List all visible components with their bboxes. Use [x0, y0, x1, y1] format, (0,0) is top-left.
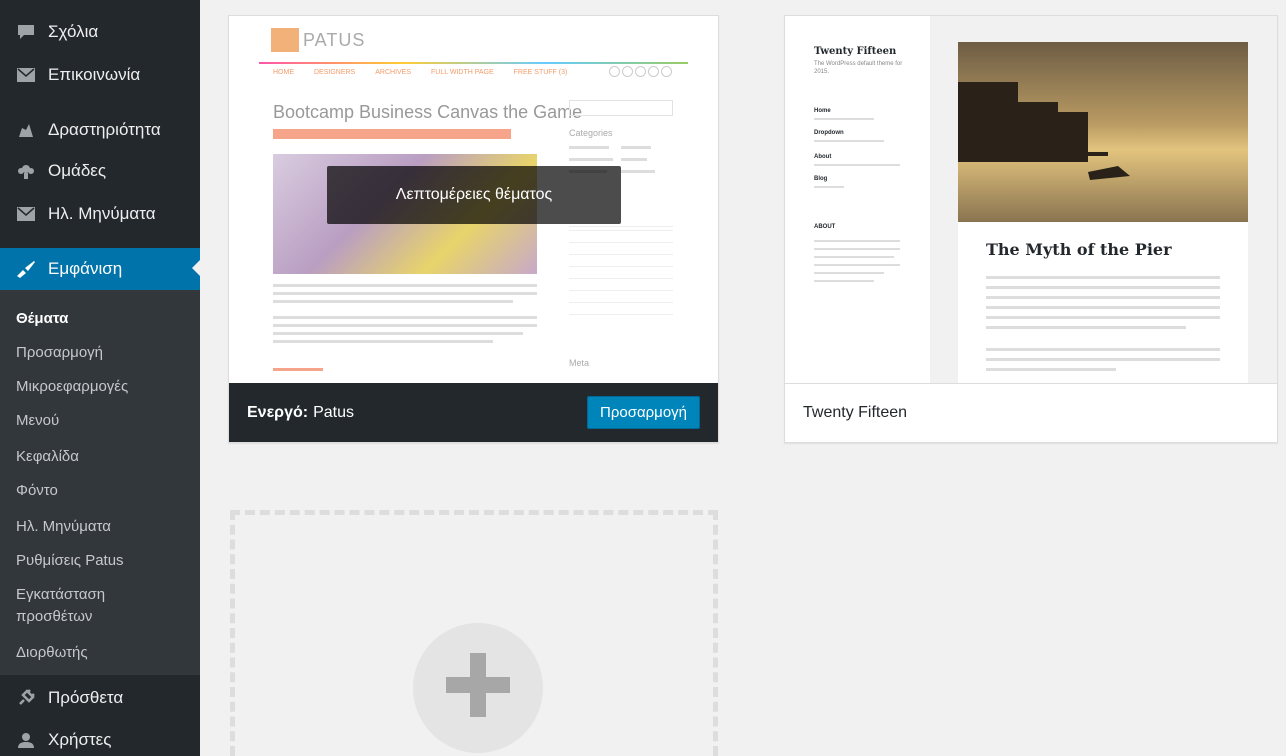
- submenu-patus-settings[interactable]: Ρυθμίσεις Patus: [16, 550, 124, 571]
- tf-post-title: The Myth of the Pier: [986, 240, 1172, 259]
- menu-item-comments[interactable]: Σχόλια: [0, 12, 200, 52]
- menu-label: Χρήστες: [48, 730, 112, 749]
- tf-sidebar: Twenty Fifteen The WordPress default the…: [785, 16, 930, 384]
- mail-icon: [16, 204, 36, 224]
- patus-logo-mark: [271, 28, 299, 52]
- pier-silhouette: [958, 82, 1130, 180]
- admin-sidebar: Σχόλια Επικοινωνία Δραστηριότητα Ομάδες …: [0, 0, 200, 756]
- customize-button[interactable]: Προσαρμογή: [587, 396, 700, 429]
- plus-icon-bar: [446, 677, 510, 693]
- menu-label: Δραστηριότητα: [48, 120, 161, 139]
- mail-icon: [16, 65, 36, 85]
- submenu-editor[interactable]: Διορθωτής: [16, 642, 88, 663]
- menu-label: Πρόσθετα: [48, 688, 124, 707]
- menu-item-contact[interactable]: Επικοινωνία: [0, 55, 200, 95]
- patus-logo: PATUS: [303, 30, 366, 50]
- theme-name: Twenty Fifteen: [803, 404, 908, 421]
- add-theme-circle[interactable]: [413, 623, 543, 753]
- theme-screenshot[interactable]: Twenty Fifteen The WordPress default the…: [785, 16, 1277, 384]
- theme-name: Patus: [313, 403, 354, 421]
- brush-icon: [16, 259, 36, 279]
- users-icon: [16, 730, 36, 750]
- activity-icon: [16, 120, 36, 140]
- theme-name-bar: Ενεργό: Patus Προσαρμογή: [229, 383, 718, 442]
- menu-label: Ηλ. Μηνύματα: [48, 204, 156, 223]
- menu-label: Σχόλια: [48, 22, 99, 41]
- submenu-install-plugins-line2[interactable]: προσθέτων: [16, 606, 92, 627]
- tf-menu-item: Blog: [814, 176, 828, 182]
- menu-label: Επικοινωνία: [48, 65, 141, 84]
- preview-nav: HOME DESIGNERS ARCHIVES FULL WIDTH PAGE FREE…: [273, 69, 568, 76]
- appearance-submenu: Θέματα Προσαρμογή Μικροεφαρμογές Μενού Κ…: [0, 290, 200, 675]
- theme-card-patus[interactable]: PATUS HOME DESIGNERS ARCHIVES FULL WIDTH PA…: [228, 15, 719, 443]
- menu-item-appearance[interactable]: Εμφάνιση: [0, 248, 200, 290]
- submenu-background[interactable]: Φόντο: [16, 480, 58, 501]
- menu-item-plugins[interactable]: Πρόσθετα: [0, 678, 200, 718]
- preview-post-title: Bootcamp Business Canvas the Game: [273, 102, 583, 122]
- tf-site-title: Twenty Fifteen: [814, 46, 897, 57]
- preview-search: [569, 100, 673, 116]
- add-new-theme-card[interactable]: [230, 510, 718, 756]
- submenu-emails[interactable]: Ηλ. Μηνύματα: [16, 516, 111, 537]
- theme-details-overlay[interactable]: Λεπτομέρειες θέματος: [327, 166, 621, 224]
- submenu-install-plugins[interactable]: Εγκατάσταση: [16, 584, 105, 605]
- color-strip: [259, 62, 688, 64]
- tf-post: The Myth of the Pier: [958, 42, 1248, 384]
- menu-label: Εμφάνιση: [48, 259, 123, 278]
- tf-menu-item: Home: [814, 108, 831, 114]
- menu-item-activity[interactable]: Δραστηριότητα: [0, 110, 200, 150]
- submenu-themes[interactable]: Θέματα: [16, 308, 68, 329]
- tf-tagline: The WordPress default theme for 2015.: [814, 61, 903, 75]
- submenu-header[interactable]: Κεφαλίδα: [16, 446, 79, 467]
- menu-label: Ομάδες: [48, 161, 107, 180]
- tf-post-image: [958, 42, 1248, 222]
- theme-name-bar: Twenty Fifteen: [785, 383, 1277, 442]
- submenu-customize[interactable]: Προσαρμογή: [16, 342, 103, 363]
- tf-menu-item: Dropdown: [814, 130, 844, 136]
- preview-calendar: [569, 226, 673, 326]
- active-prefix: Ενεργό:: [247, 403, 309, 421]
- comment-icon: [16, 22, 36, 42]
- theme-screenshot[interactable]: PATUS HOME DESIGNERS ARCHIVES FULL WIDTH PA…: [229, 16, 718, 384]
- plugins-icon: [16, 688, 36, 708]
- preview-meta-title: Meta: [569, 358, 590, 368]
- post-meta-bar: [273, 129, 511, 139]
- menu-item-groups[interactable]: Ομάδες: [0, 151, 200, 191]
- submenu-menus[interactable]: Μενού: [16, 410, 59, 431]
- theme-card-twentyfifteen[interactable]: Twenty Fifteen The WordPress default the…: [784, 15, 1278, 443]
- groups-icon: [16, 161, 36, 181]
- menu-item-users[interactable]: Χρήστες: [0, 720, 200, 756]
- menu-item-emails[interactable]: Ηλ. Μηνύματα: [0, 194, 200, 234]
- preview-categories-title: Categories: [569, 128, 613, 138]
- tf-menu-item: About: [814, 154, 832, 160]
- social-icons: [609, 66, 672, 77]
- submenu-widgets[interactable]: Μικροεφαρμογές: [16, 376, 128, 397]
- tf-about-title: ABOUT: [814, 224, 836, 230]
